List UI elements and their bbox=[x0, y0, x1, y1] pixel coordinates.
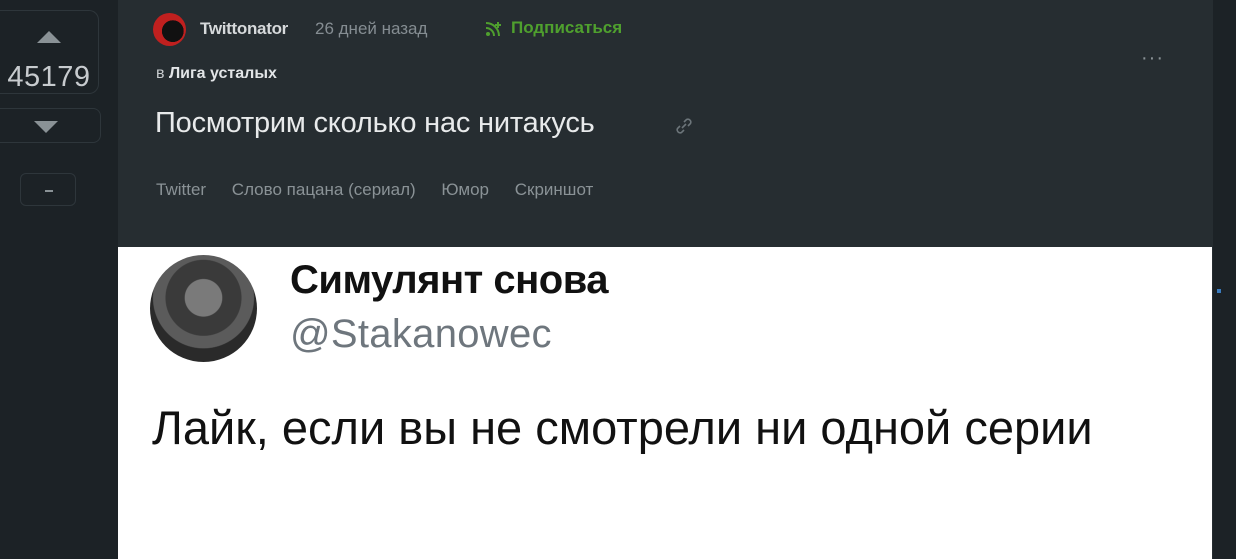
scroll-indicator bbox=[1217, 289, 1221, 293]
tag-list: Twitter Слово пацана (сериал) Юмор Скрин… bbox=[156, 180, 614, 200]
minus-icon bbox=[45, 190, 53, 192]
rss-plus-icon bbox=[485, 22, 501, 37]
vote-box: 45179 bbox=[0, 10, 99, 94]
post-title[interactable]: Посмотрим сколько нас нитакусь bbox=[155, 107, 595, 140]
tweet-author-name: Симулянт снова bbox=[290, 258, 609, 302]
subscribe-label[interactable]: Подписаться bbox=[511, 18, 622, 38]
vote-rail: 45179 bbox=[0, 0, 118, 559]
link-icon[interactable] bbox=[673, 115, 695, 137]
rating-count: 45179 bbox=[7, 61, 91, 93]
collapse-button[interactable] bbox=[20, 173, 76, 206]
community-prefix: в bbox=[156, 65, 165, 82]
vote-up-icon[interactable] bbox=[37, 31, 61, 43]
tweet-handle: @Stakanowec bbox=[290, 312, 552, 356]
tag-screenshot[interactable]: Скриншот bbox=[515, 180, 594, 199]
tweet-text: Лайк, если вы не смотрели ни одной серии bbox=[152, 401, 1093, 454]
vote-down-button[interactable] bbox=[0, 108, 101, 143]
tag-twitter[interactable]: Twitter bbox=[156, 180, 206, 199]
community-line: в Лига усталых bbox=[156, 65, 277, 83]
post-card: Twittonator 26 дней назад Подписаться в … bbox=[118, 0, 1213, 559]
tag-humor[interactable]: Юмор bbox=[441, 180, 489, 199]
tag-slovo-patsana[interactable]: Слово пацана (сериал) bbox=[232, 180, 416, 199]
author-avatar[interactable] bbox=[153, 13, 186, 46]
community-link[interactable]: Лига усталых bbox=[169, 65, 277, 82]
post-time: 26 дней назад bbox=[315, 19, 428, 38]
tweet-avatar bbox=[150, 255, 257, 362]
vote-down-icon[interactable] bbox=[34, 121, 58, 133]
post-image[interactable]: Симулянт снова @Stakanowec Лайк, если вы… bbox=[118, 247, 1212, 559]
author-name[interactable]: Twittonator bbox=[200, 19, 288, 39]
more-options-icon[interactable]: ··· bbox=[1141, 47, 1164, 70]
